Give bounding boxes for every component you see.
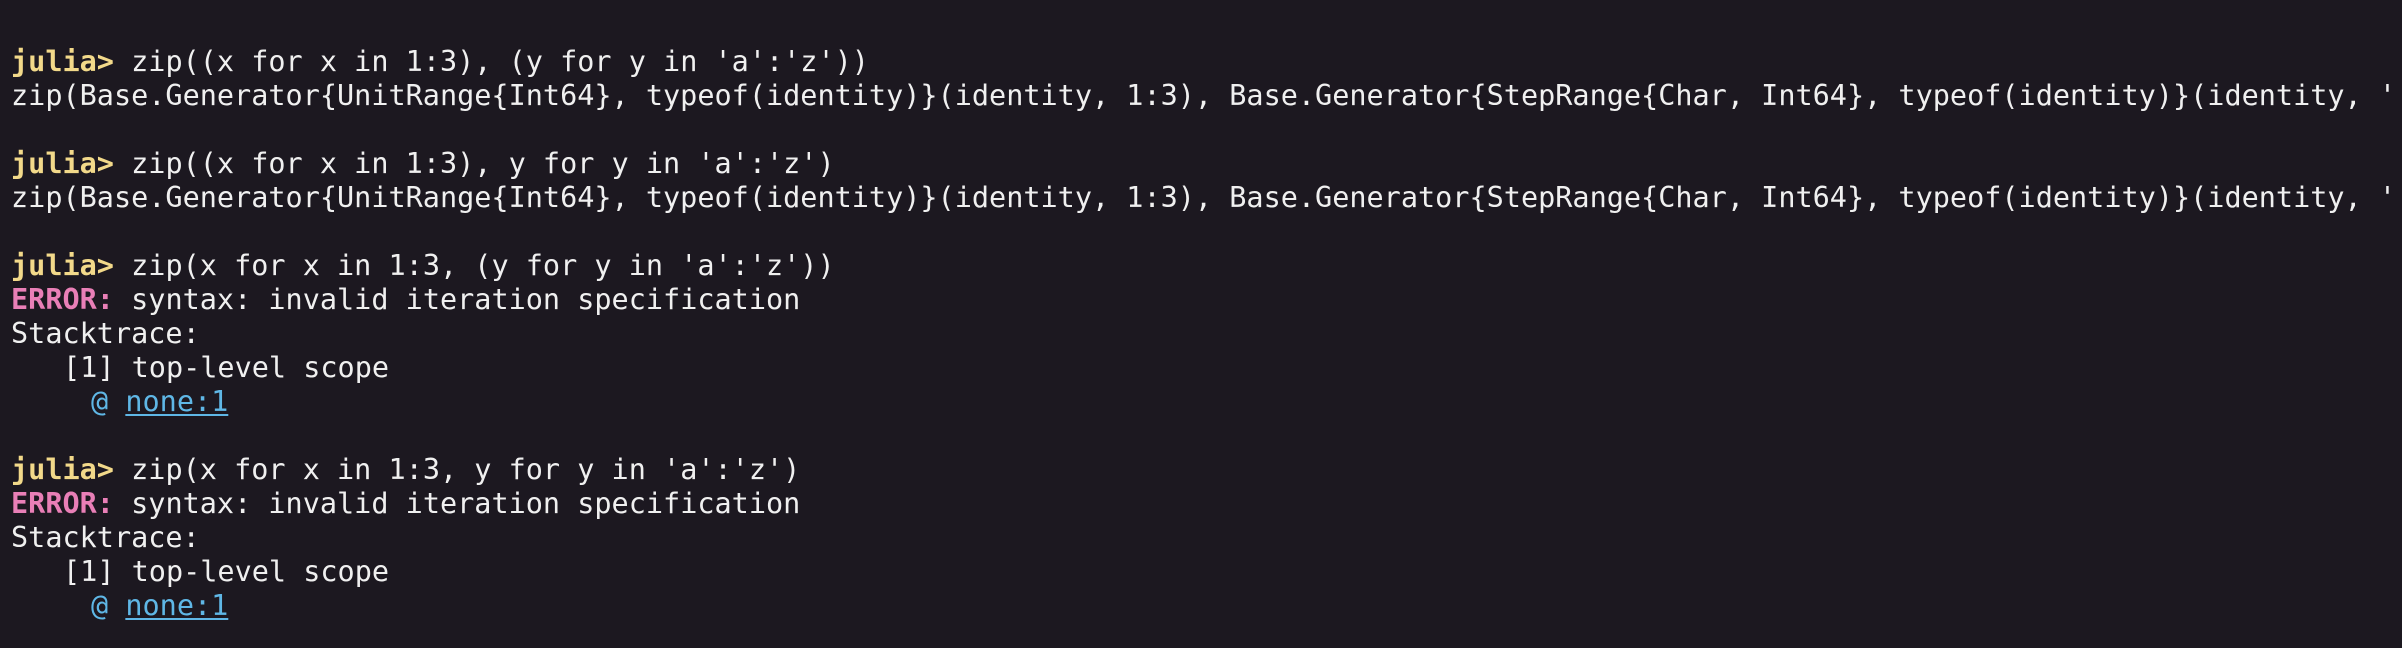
location-link[interactable]: none:1 xyxy=(125,589,228,622)
error-message: syntax: invalid iteration specification xyxy=(131,487,801,520)
repl-prompt: julia> xyxy=(11,249,114,282)
at-symbol: @ xyxy=(91,589,109,622)
input-code: zip(x for x in 1:3, (y for y in 'a':'z')… xyxy=(131,249,835,282)
input-line: julia> zip((x for x in 1:3), (y for y in… xyxy=(11,45,2396,79)
stack-frame: [1] top-level scope xyxy=(63,555,390,588)
terminal-output[interactable]: julia> zip((x for x in 1:3), (y for y in… xyxy=(11,45,2396,623)
error-line: ERROR: syntax: invalid iteration specifi… xyxy=(11,283,2396,317)
output-line: zip(Base.Generator{UnitRange{Int64}, typ… xyxy=(11,181,2396,214)
repl-prompt: julia> xyxy=(11,453,114,486)
error-line: ERROR: syntax: invalid iteration specifi… xyxy=(11,487,2396,521)
input-line: julia> zip(x for x in 1:3, (y for y in '… xyxy=(11,249,2396,283)
repl-prompt: julia> xyxy=(11,147,114,180)
error-label: ERROR: xyxy=(11,283,114,316)
input-line: julia> zip(x for x in 1:3, y for y in 'a… xyxy=(11,453,2396,487)
input-code: zip(x for x in 1:3, y for y in 'a':'z') xyxy=(131,453,801,486)
stacktrace-label: Stacktrace: xyxy=(11,521,200,554)
stacktrace-label: Stacktrace: xyxy=(11,317,200,350)
input-code: zip((x for x in 1:3), y for y in 'a':'z'… xyxy=(131,147,835,180)
error-message: syntax: invalid iteration specification xyxy=(131,283,801,316)
input-line: julia> zip((x for x in 1:3), y for y in … xyxy=(11,147,2396,181)
stack-frame: [1] top-level scope xyxy=(63,351,390,384)
input-code: zip((x for x in 1:3), (y for y in 'a':'z… xyxy=(131,45,869,78)
stack-location: @ none:1 xyxy=(11,589,2396,623)
at-symbol: @ xyxy=(91,385,109,418)
error-label: ERROR: xyxy=(11,487,114,520)
repl-prompt: julia> xyxy=(11,45,114,78)
location-link[interactable]: none:1 xyxy=(125,385,228,418)
output-line: zip(Base.Generator{UnitRange{Int64}, typ… xyxy=(11,79,2396,112)
stack-location: @ none:1 xyxy=(11,385,2396,419)
